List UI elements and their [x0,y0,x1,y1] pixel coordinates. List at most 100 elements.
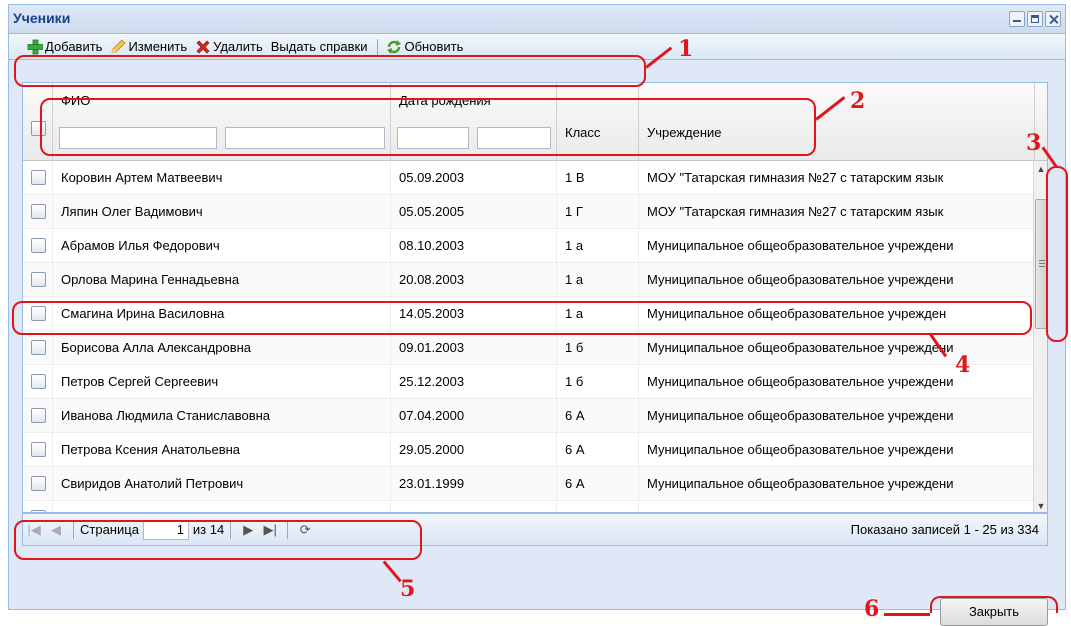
cell-class: 1 а [557,263,639,297]
certificates-button[interactable]: Выдать справки [271,39,368,54]
table-row[interactable]: Орлова Марина Геннадьевна 20.08.2003 1 а Му… [23,263,1035,297]
add-label: Добавить [45,39,103,54]
refresh-icon [387,39,402,54]
cell-fio: Иванова Людмила Станиславовна [53,399,391,433]
cell-fio: Орлова Марина Геннадьевна [53,263,391,297]
row-select-cell [23,229,53,263]
cell-school: Муниципальное общеобразовательное учрежд… [639,501,1035,512]
cell-fio: Петров Сергей Сергеевич [53,365,391,399]
cell-fio: Борисова Алла Александровна [53,331,391,365]
row-select-cell [23,365,53,399]
row-select-cell [23,263,53,297]
cell-fio: Ляпин Олег Вадимович [53,195,391,229]
window-title: Ученики [13,10,71,26]
pencil-icon [111,38,127,54]
row-checkbox[interactable] [31,374,46,389]
edit-label: Изменить [128,39,188,54]
cell-birth: 31.03.1999 [391,501,557,512]
table-row[interactable]: Коровин Артем Матвеевич 05.09.2003 1 В МОУ … [23,161,1035,195]
row-checkbox[interactable] [31,170,46,185]
cell-class: 1 б [557,331,639,365]
cell-school: Муниципальное общеобразовательное учрежд… [639,433,1035,467]
grid-rows: Коровин Артем Матвеевич 05.09.2003 1 В МОУ … [23,161,1035,512]
cell-school: Муниципальное общеобразовательное учрежд… [639,229,1035,263]
cell-fio: Свиридов Анатолий Петрович [53,467,391,501]
scroll-up-icon[interactable]: ▲ [1036,164,1046,174]
table-row[interactable]: Иванова Людмила Станиславовна 07.04.2000 6… [23,399,1035,433]
row-select-cell [23,399,53,433]
cell-school: Муниципальное общеобразовательное учрежд… [639,331,1035,365]
cell-class: 6 Б [557,501,639,512]
cell-school: МОУ "Татарская гимназия №27 с татарским … [639,195,1035,229]
cell-class: 1 Г [557,195,639,229]
annotation-number-5: 5 [400,576,416,602]
cell-class: 1 б [557,365,639,399]
row-select-cell [23,195,53,229]
window-tools [1009,11,1061,27]
cell-school: МОУ "Татарская гимназия №27 с татарским … [639,161,1035,195]
cell-class: 6 А [557,399,639,433]
scroll-grip [1039,260,1045,261]
row-checkbox[interactable] [31,238,46,253]
table-row[interactable]: Ляпин Олег Вадимович 05.05.2005 1 Г МОУ "Та… [23,195,1035,229]
delete-button[interactable]: Удалить [195,39,263,55]
cell-birth: 25.12.2003 [391,365,557,399]
annotation-pager-outline [14,520,422,560]
row-checkbox[interactable] [31,408,46,423]
cell-school: Муниципальное общеобразовательное учрежд… [639,467,1035,501]
row-checkbox[interactable] [31,272,46,287]
annotation-toolbar-outline [14,55,646,87]
cell-birth: 29.05.2000 [391,433,557,467]
row-checkbox[interactable] [31,204,46,219]
row-select-cell [23,501,53,512]
scroll-down-icon[interactable]: ▼ [1036,501,1046,511]
table-row[interactable]: Свиридов Анатолий Петрович 23.01.1999 6 АМ… [23,467,1035,501]
cell-fio: Абрамов Илья Федорович [53,229,391,263]
scroll-grip [1039,263,1045,264]
annotation-line-6 [884,613,930,616]
row-checkbox[interactable] [31,340,46,355]
cell-fio: Коровин Артем Матвеевич [53,161,391,195]
table-row[interactable]: Болобонов Сергей Львович31.03.19996 БМун… [23,501,1035,512]
edit-button[interactable]: Изменить [110,38,188,55]
row-checkbox[interactable] [31,442,46,457]
row-select-cell [23,161,53,195]
table-row[interactable]: Абрамов Илья Федорович 08.10.2003 1 а Муниц… [23,229,1035,263]
cell-birth: 23.01.1999 [391,467,557,501]
certificates-label: Выдать справки [270,39,368,54]
refresh-label: Обновить [404,39,464,54]
plus-icon [27,39,43,54]
minimize-icon[interactable] [1009,11,1025,27]
annotation-number-3: 3 [1026,130,1042,156]
cell-birth: 08.10.2003 [391,229,557,263]
annotation-scrollbar-outline [1046,166,1068,342]
annotation-row-outline [12,301,1032,335]
cell-school: Муниципальное общеобразовательное учрежд… [639,365,1035,399]
cell-birth: 09.01.2003 [391,331,557,365]
cell-class: 6 А [557,433,639,467]
window-titlebar: Ученики [9,5,1065,33]
annotation-header-outline [40,98,816,156]
row-checkbox[interactable] [31,476,46,491]
table-row[interactable]: Петрова Ксения Анатольевна 29.05.2000 6 АМ… [23,433,1035,467]
cell-class: 1 а [557,229,639,263]
vertical-scrollbar[interactable]: ▲ ▼ [1033,161,1047,512]
cell-fio: Петрова Ксения Анатольевна [53,433,391,467]
table-row[interactable]: Петров Сергей Сергеевич 25.12.2003 1 б Муни… [23,365,1035,399]
cell-birth: 20.08.2003 [391,263,557,297]
cell-fio: Болобонов Сергей Львович [53,501,391,512]
table-row[interactable]: Борисова Алла Александровна 09.01.2003 1 б… [23,331,1035,365]
toolbar-separator [377,38,379,55]
add-button[interactable]: Добавить [27,39,102,55]
cell-class: 6 А [557,467,639,501]
records-info: Показано записей 1 - 25 из 334 [850,522,1039,537]
cell-birth: 05.05.2005 [391,195,557,229]
refresh-button[interactable]: Обновить [386,39,463,55]
close-window-icon[interactable] [1045,11,1061,27]
cell-school: Муниципальное общеобразовательное учрежд… [639,263,1035,297]
delete-label: Удалить [213,39,263,54]
row-select-cell [23,467,53,501]
annotation-number-2: 2 [850,88,866,114]
annotation-number-4: 4 [955,352,971,378]
maximize-icon[interactable] [1027,11,1043,27]
